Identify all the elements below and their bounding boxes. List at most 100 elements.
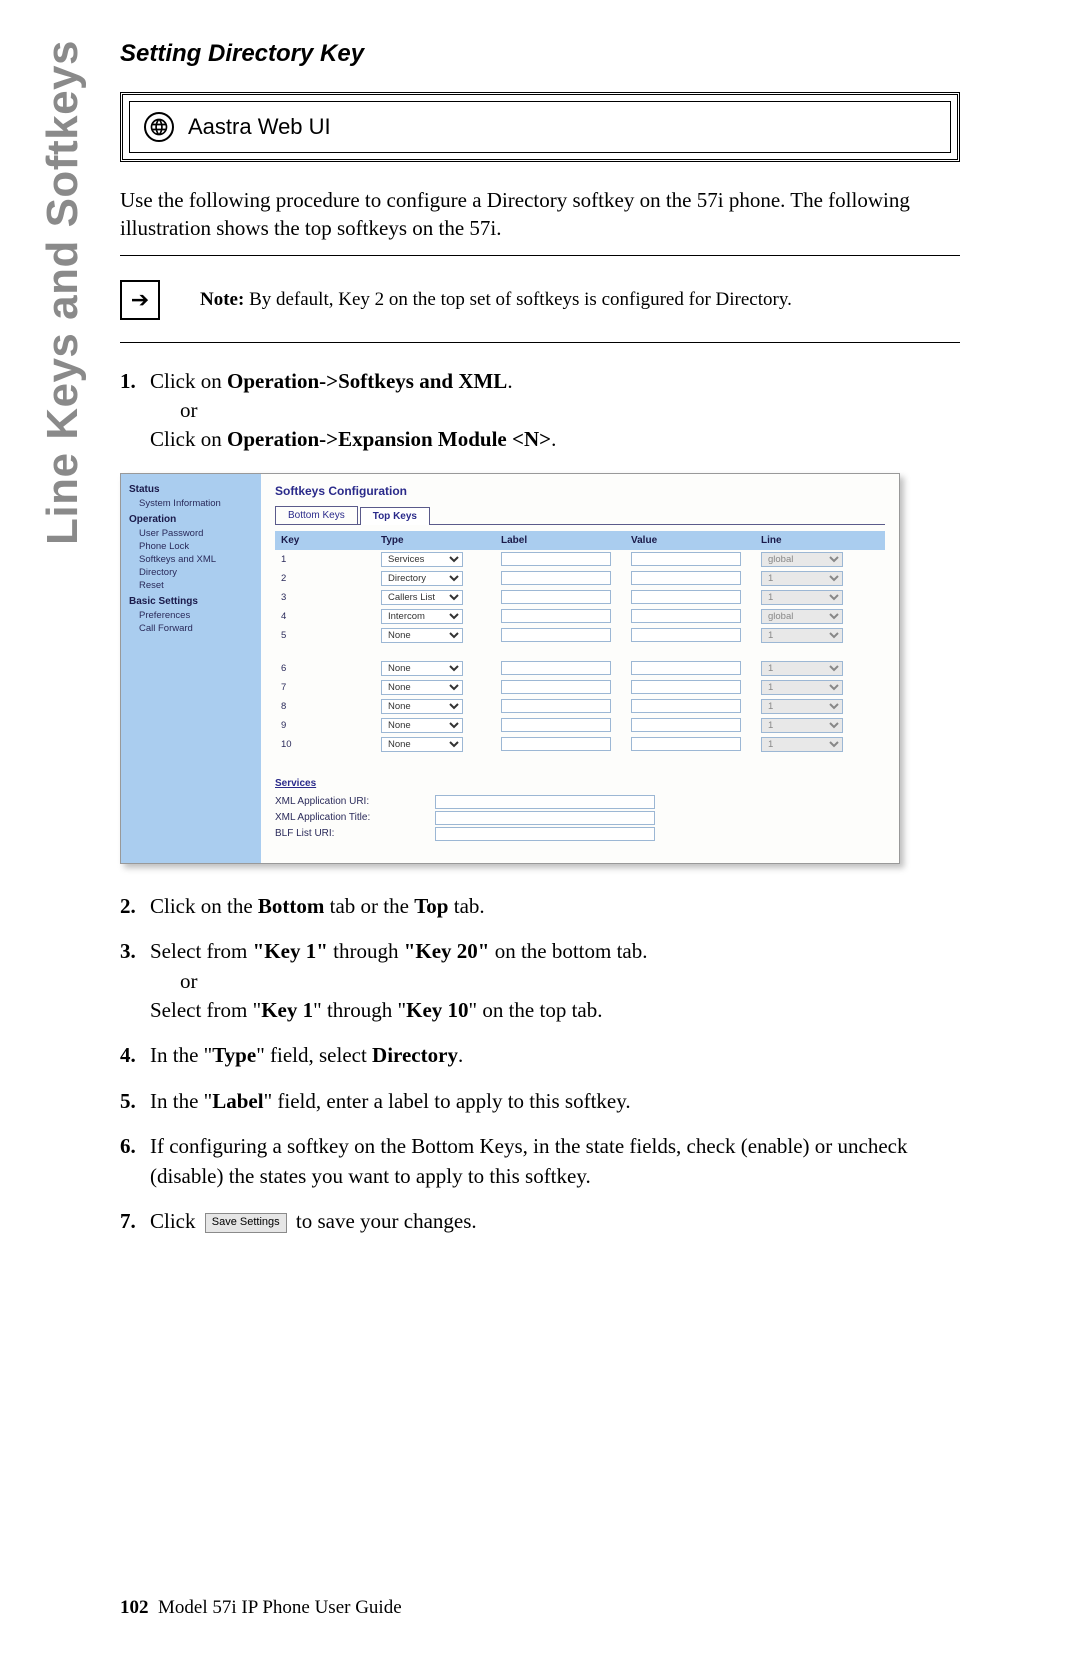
value-input[interactable] <box>631 552 741 566</box>
table-row: 2Directory 1 <box>275 569 885 588</box>
line-select[interactable]: global <box>761 552 843 567</box>
globe-icon <box>144 112 174 142</box>
key-cell: 8 <box>281 701 381 712</box>
type-select[interactable]: None <box>381 737 463 752</box>
key-cell: 6 <box>281 663 381 674</box>
value-input[interactable] <box>631 628 741 642</box>
type-select[interactable]: Intercom <box>381 609 463 624</box>
xml-title-input[interactable] <box>435 811 655 825</box>
web-ui-callout: Aastra Web UI <box>120 92 960 162</box>
type-select[interactable]: None <box>381 699 463 714</box>
th-type: Type <box>381 535 501 546</box>
xml-title-label: XML Application Title: <box>275 812 435 823</box>
line-select[interactable]: global <box>761 609 843 624</box>
label-input[interactable] <box>501 737 611 751</box>
step-2: Click on the Bottom tab or the Top tab. <box>120 892 960 921</box>
tab-top-keys[interactable]: Top Keys <box>360 507 430 525</box>
config-screenshot: Status System Information Operation User… <box>120 473 900 864</box>
divider <box>120 255 960 256</box>
footer-title: Model 57i IP Phone User Guide <box>158 1597 402 1618</box>
page-footer: 102 Model 57i IP Phone User Guide <box>120 1597 402 1619</box>
type-select[interactable]: None <box>381 718 463 733</box>
line-select[interactable]: 1 <box>761 628 843 643</box>
value-input[interactable] <box>631 680 741 694</box>
table-row: 7None1 <box>275 678 885 697</box>
line-select[interactable]: 1 <box>761 737 843 752</box>
key-cell: 10 <box>281 739 381 750</box>
nav-reset[interactable]: Reset <box>129 579 257 592</box>
type-select[interactable]: None <box>381 628 463 643</box>
key-cell: 5 <box>281 630 381 641</box>
label-input[interactable] <box>501 718 611 732</box>
type-select[interactable]: Callers List <box>381 590 463 605</box>
key-cell: 4 <box>281 611 381 622</box>
section-title: Setting Directory Key <box>120 40 960 68</box>
nav-preferences[interactable]: Preferences <box>129 609 257 622</box>
note-text: Note: By default, Key 2 on the top set o… <box>200 289 792 311</box>
line-select[interactable]: 1 <box>761 590 843 605</box>
label-input[interactable] <box>501 661 611 675</box>
value-input[interactable] <box>631 699 741 713</box>
key-cell: 2 <box>281 573 381 584</box>
table-row: 10None 1 <box>275 735 885 754</box>
label-input[interactable] <box>501 609 611 623</box>
line-select[interactable]: 1 <box>761 718 843 733</box>
nav-call-forward[interactable]: Call Forward <box>129 622 257 635</box>
steps-list: Click on Operation->Softkeys and XML. or… <box>120 367 960 455</box>
label-input[interactable] <box>501 552 611 566</box>
type-select[interactable]: None <box>381 661 463 676</box>
label-input[interactable] <box>501 571 611 585</box>
nav-status[interactable]: Status <box>129 484 257 495</box>
th-key: Key <box>281 535 381 546</box>
screenshot-sidebar: Status System Information Operation User… <box>121 474 261 863</box>
blf-input[interactable] <box>435 827 655 841</box>
th-line: Line <box>761 535 841 546</box>
value-input[interactable] <box>631 609 741 623</box>
line-select[interactable]: 1 <box>761 661 843 676</box>
label-input[interactable] <box>501 699 611 713</box>
th-label: Label <box>501 535 631 546</box>
divider <box>120 342 960 343</box>
nav-directory[interactable]: Directory <box>129 566 257 579</box>
tab-bottom-keys[interactable]: Bottom Keys <box>275 506 358 524</box>
table-row: 5None 1 <box>275 626 885 645</box>
nav-softkeys-xml[interactable]: Softkeys and XML <box>129 553 257 566</box>
xml-uri-input[interactable] <box>435 795 655 809</box>
blf-label: BLF List URI: <box>275 828 435 839</box>
save-settings-button[interactable]: Save Settings <box>205 1213 287 1232</box>
value-input[interactable] <box>631 571 741 585</box>
step-1: Click on Operation->Softkeys and XML. or… <box>120 367 960 455</box>
type-select[interactable]: Services <box>381 552 463 567</box>
step-3: Select from "Key 1" through "Key 20" on … <box>120 937 960 1025</box>
table-row: 9None1 <box>275 716 885 735</box>
value-input[interactable] <box>631 718 741 732</box>
screenshot-main: Softkeys Configuration Bottom Keys Top K… <box>261 474 899 863</box>
type-select[interactable]: Directory <box>381 571 463 586</box>
steps-list-cont: Click on the Bottom tab or the Top tab. … <box>120 892 960 1237</box>
nav-phone-lock[interactable]: Phone Lock <box>129 540 257 553</box>
nav-basic-settings[interactable]: Basic Settings <box>129 596 257 607</box>
label-input[interactable] <box>501 628 611 642</box>
label-input[interactable] <box>501 680 611 694</box>
table-row: 3Callers List 1 <box>275 588 885 607</box>
type-select[interactable]: None <box>381 680 463 695</box>
line-select[interactable]: 1 <box>761 680 843 695</box>
tab-row: Bottom Keys Top Keys <box>275 506 885 525</box>
softkey-table: Key Type Label Value Line 1Servicesgloba… <box>275 531 885 754</box>
intro-text: Use the following procedure to configure… <box>120 186 960 243</box>
table-row: 4Intercom global <box>275 607 885 626</box>
note-row: ➔ Note: By default, Key 2 on the top set… <box>120 280 960 320</box>
table-row: 6None 1 <box>275 659 885 678</box>
label-input[interactable] <box>501 590 611 604</box>
nav-system-info[interactable]: System Information <box>129 497 257 510</box>
nav-user-password[interactable]: User Password <box>129 527 257 540</box>
line-select[interactable]: 1 <box>761 571 843 586</box>
line-select[interactable]: 1 <box>761 699 843 714</box>
value-input[interactable] <box>631 661 741 675</box>
table-row: 8None 1 <box>275 697 885 716</box>
value-input[interactable] <box>631 737 741 751</box>
key-cell: 3 <box>281 592 381 603</box>
value-input[interactable] <box>631 590 741 604</box>
nav-operation[interactable]: Operation <box>129 514 257 525</box>
arrow-right-icon: ➔ <box>120 280 160 320</box>
